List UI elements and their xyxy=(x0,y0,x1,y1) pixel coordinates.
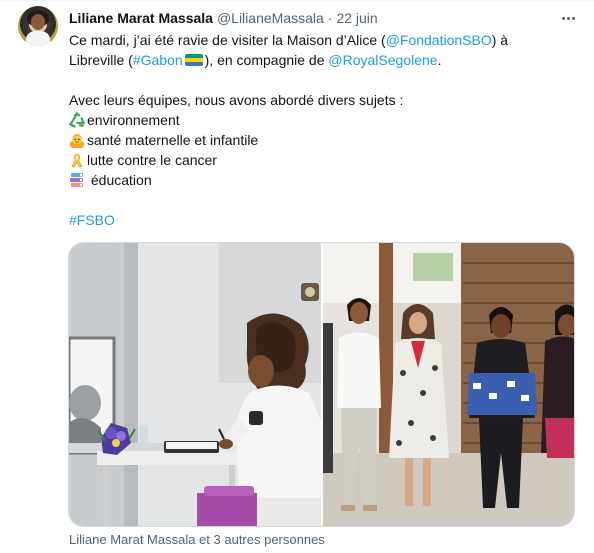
text-segment: Avec leurs équipes, nous avons abordé di… xyxy=(69,92,404,108)
tweet-header: Liliane Marat Massala @LilianeMassala · … xyxy=(69,10,378,28)
avatar[interactable] xyxy=(18,6,58,46)
photo-group-illustration xyxy=(323,243,574,526)
mention-fondationsbo[interactable]: @FondationSBO xyxy=(386,32,492,48)
gabon-flag-icon xyxy=(184,54,203,66)
more-options-icon[interactable] xyxy=(558,8,578,28)
topic-education: éducation xyxy=(87,172,152,188)
text-segment: . xyxy=(437,52,442,68)
text-line: Avec leurs équipes, nous avons abordé di… xyxy=(69,90,569,110)
text-line: santé maternelle et infantile xyxy=(69,130,569,150)
topic-health: santé maternelle et infantile xyxy=(87,132,259,148)
author-handle[interactable]: @LilianeMassala xyxy=(217,10,324,26)
avatar-face xyxy=(31,14,45,30)
photo-group-portrait[interactable] xyxy=(323,243,574,526)
photo-signing-illustration xyxy=(69,243,321,526)
text-segment: Ce mardi, j’ai été ravie de visiter la M… xyxy=(69,32,386,48)
tweet-date[interactable]: 22 juin xyxy=(336,10,377,26)
media-grid xyxy=(68,242,575,527)
more-dot xyxy=(571,16,575,20)
text-line: Libreville (#Gabon ), en compagnie de @Ro… xyxy=(69,50,569,70)
tagged-people-link[interactable]: Liliane Marat Massala et 3 autres person… xyxy=(69,532,325,547)
hashtag-gabon[interactable]: #Gabon xyxy=(133,52,183,68)
mention-royalsegolene[interactable]: @RoyalSegolene xyxy=(328,52,437,68)
author-name[interactable]: Liliane Marat Massala xyxy=(69,10,213,26)
text-line: éducation xyxy=(69,170,569,190)
text-line: #FSBO xyxy=(69,210,569,230)
more-dot xyxy=(566,16,570,20)
text-line: Ce mardi, j’ai été ravie de visiter la M… xyxy=(69,30,569,50)
baby-icon xyxy=(70,134,84,148)
hashtag-fsbo[interactable]: #FSBO xyxy=(69,212,115,228)
tweet-card[interactable]: Liliane Marat Massala @LilianeMassala · … xyxy=(0,0,594,553)
topic-environment: environnement xyxy=(87,112,180,128)
text-segment: ), en compagnie de xyxy=(204,52,329,68)
separator-dot: · xyxy=(327,10,333,26)
tweet-text: Ce mardi, j’ai été ravie de visiter la M… xyxy=(69,30,569,230)
text-line: lutte contre le cancer xyxy=(69,150,569,170)
photo-signing-guestbook[interactable] xyxy=(69,243,321,526)
ribbon-icon xyxy=(71,154,83,168)
books-icon xyxy=(70,173,83,187)
text-line: environnement xyxy=(69,110,569,130)
text-segment: ) à xyxy=(491,32,509,48)
avatar-body xyxy=(26,31,50,46)
topic-cancer: lutte contre le cancer xyxy=(87,152,217,168)
more-dot xyxy=(561,16,565,20)
recycle-icon xyxy=(69,112,85,128)
text-segment: Libreville ( xyxy=(69,52,133,68)
